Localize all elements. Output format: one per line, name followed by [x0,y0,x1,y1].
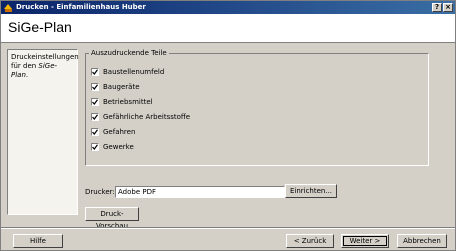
printer-setup-button[interactable]: Einrichten... [285,184,337,198]
checkmark-icon [92,84,98,90]
checkmark-icon [92,69,98,75]
checkbox-label: Gefahren [103,128,136,136]
parts-checkbox-row[interactable]: Baustellenumfeld [91,67,164,77]
checkbox-label: Gefährliche Arbeitsstoffe [103,113,191,121]
next-button[interactable]: Weiter > [341,234,389,248]
parts-checkbox-row[interactable]: Betriebsmittel [91,97,153,107]
parts-group: Auszudruckende Teile Baustellenumfeld Bau… [85,49,429,166]
print-dialog: Drucken - Einfamilienhaus Huber ? × SiGe… [0,0,456,251]
parts-checkbox-row[interactable]: Baugeräte [91,82,140,92]
checkbox-label: Betriebsmittel [103,98,153,106]
checkbox-label: Baugeräte [103,83,140,91]
print-preview-button[interactable]: Druck-Vorschau [85,207,139,230]
checkbox[interactable] [91,68,99,76]
checkmark-icon [92,129,98,135]
help-title-button[interactable]: ? [432,3,442,12]
parts-checkbox-row[interactable]: Gefahren [91,127,135,137]
page-title: SiGe-Plan [8,19,72,35]
sidebar-description: Druckeinstellungen für den SiGe-Plan. [7,49,79,215]
printer-field[interactable]: Adobe PDF [115,186,285,198]
main-panel: Auszudruckende Teile Baustellenumfeld Bau… [81,49,451,230]
checkbox[interactable] [91,83,99,91]
title-bar[interactable]: Drucken - Einfamilienhaus Huber ? × [1,1,455,14]
help-button[interactable]: Hilfe [13,234,63,248]
sidebar-suffix: . [25,71,29,79]
printer-row: Drucker: Adobe PDF [85,186,285,198]
checkmark-icon [92,99,98,105]
checkmark-icon [92,144,98,150]
checkmark-icon [92,114,98,120]
checkbox[interactable] [91,98,99,106]
checkbox[interactable] [91,143,99,151]
cancel-button[interactable]: Abbrechen [397,234,447,248]
checkbox-label: Baustellenumfeld [103,68,165,76]
checkbox[interactable] [91,128,99,136]
parts-checkbox-row[interactable]: Gewerke [91,142,134,152]
checkbox-label: Gewerke [103,143,134,151]
footer-divider [1,227,455,229]
close-title-button[interactable]: × [443,3,453,12]
parts-checkbox-row[interactable]: Gefährliche Arbeitsstoffe [91,112,190,122]
printer-label: Drucker: [85,188,115,196]
header-area: SiGe-Plan [1,14,455,43]
parts-legend: Auszudruckende Teile [91,49,167,57]
checkbox[interactable] [91,113,99,121]
app-icon [4,4,12,12]
back-button[interactable]: < Zurück [286,234,334,248]
window-title: Drucken - Einfamilienhaus Huber [16,3,146,11]
